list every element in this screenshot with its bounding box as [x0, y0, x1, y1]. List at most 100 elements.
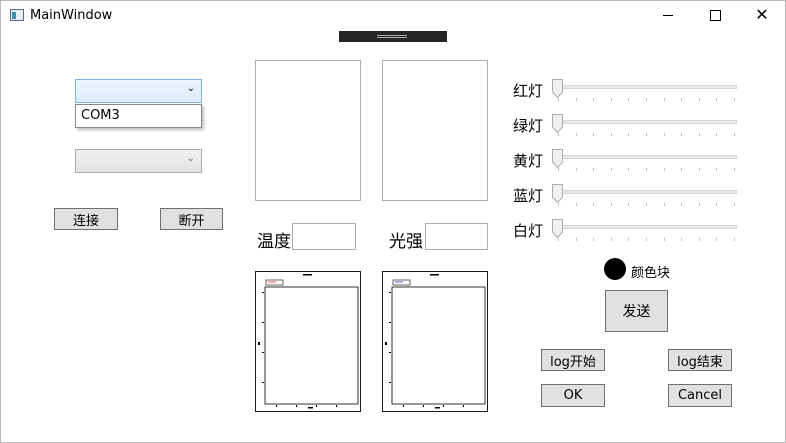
slider-tick — [628, 133, 630, 136]
baud-combo[interactable]: ⌄ — [75, 149, 202, 173]
port-option-com3[interactable]: COM3 — [81, 108, 120, 123]
x-tick — [423, 405, 424, 407]
light-chart — [382, 271, 488, 412]
slider-tick — [628, 203, 630, 206]
slider-tick — [575, 168, 577, 171]
chart-xlabel-mark — [435, 407, 440, 409]
slider-tick — [646, 168, 647, 171]
light-pane — [382, 60, 488, 201]
chart-axes — [264, 286, 359, 405]
y-tick — [262, 292, 264, 293]
light-field[interactable] — [425, 223, 488, 250]
slider-tick — [628, 238, 630, 241]
slider-thumb[interactable] — [552, 184, 563, 204]
slider-label: 白灯 — [513, 222, 544, 240]
slider-tick — [734, 98, 735, 101]
slider-tick — [610, 203, 612, 206]
slider-tick — [681, 133, 683, 136]
color-block-swatch — [604, 258, 626, 280]
slider-tick — [698, 133, 700, 136]
chart-ylabel-mark — [385, 342, 387, 345]
port-combo[interactable]: ⌄ — [75, 79, 202, 103]
maximize-button[interactable] — [692, 0, 738, 30]
color-block-label: 颜色块 — [631, 266, 671, 281]
x-tick — [336, 405, 337, 407]
light-chart-svg — [385, 274, 486, 409]
slider-tick — [646, 98, 647, 101]
slider-thumb[interactable] — [552, 114, 563, 134]
slider-tick — [663, 168, 665, 171]
slider-tick — [593, 98, 595, 101]
slider-tick — [628, 168, 630, 171]
close-icon: ✕ — [755, 5, 769, 24]
cancel-button[interactable]: Cancel — [668, 384, 732, 407]
x-tick — [463, 405, 464, 407]
slider-thumb[interactable] — [552, 79, 563, 99]
slider-tick — [575, 203, 577, 206]
port-dropdown-list[interactable]: COM3 — [75, 104, 202, 128]
chart-legend — [265, 279, 284, 286]
slider-tick — [716, 133, 718, 136]
disconnect-button[interactable]: 断开 — [160, 208, 223, 230]
slider-track[interactable] — [555, 120, 737, 124]
slider-track[interactable] — [555, 155, 737, 159]
log-end-button[interactable]: log结束 — [668, 349, 732, 371]
slider-track[interactable] — [555, 225, 737, 229]
slider-tick — [593, 203, 595, 206]
slider-tick — [663, 133, 665, 136]
slider-tick — [593, 168, 595, 171]
slider-tick — [610, 238, 612, 241]
slider-track[interactable] — [555, 85, 737, 89]
chart-xlabel-mark — [308, 407, 313, 409]
y-tick — [389, 322, 391, 323]
slider-tick — [663, 238, 665, 241]
connect-button[interactable]: 连接 — [54, 208, 118, 230]
slider-tick — [698, 238, 700, 241]
slider-tick — [628, 98, 630, 101]
slider-tick — [734, 203, 735, 206]
chart-legend — [392, 279, 411, 286]
slider-label: 蓝灯 — [513, 187, 544, 205]
slider-tick — [610, 168, 612, 171]
x-tick — [316, 405, 317, 407]
slider-track[interactable] — [555, 190, 737, 194]
window-title: MainWindow — [30, 8, 113, 23]
temperature-field[interactable] — [292, 223, 356, 250]
log-start-button[interactable]: log开始 — [541, 349, 605, 371]
slider-tick — [698, 203, 700, 206]
slider-tick — [716, 203, 718, 206]
x-tick — [403, 405, 404, 407]
slider-tick — [575, 133, 577, 136]
slider-tick — [646, 238, 647, 241]
minimize-button[interactable] — [645, 0, 691, 30]
slider-tick — [663, 203, 665, 206]
slider-tick — [734, 133, 735, 136]
maximize-icon — [709, 9, 721, 21]
temperature-chart — [255, 271, 361, 412]
temperature-label: 温度 — [257, 232, 291, 252]
slider-tick — [681, 238, 683, 241]
debug-toolbar[interactable] — [339, 31, 447, 42]
slider-tick — [558, 203, 559, 206]
slider-tick — [734, 168, 735, 171]
y-tick — [389, 292, 391, 293]
y-tick — [262, 382, 264, 383]
minimize-icon — [663, 14, 673, 16]
slider-tick — [681, 168, 683, 171]
slider-thumb[interactable] — [552, 149, 563, 169]
slider-thumb[interactable] — [552, 219, 563, 239]
chevron-down-icon: ⌄ — [186, 83, 195, 94]
ok-button[interactable]: OK — [541, 384, 605, 407]
light-label: 光强 — [389, 232, 423, 252]
slider-tick — [646, 133, 647, 136]
slider-tick — [558, 238, 559, 241]
slider-tick — [681, 98, 683, 101]
send-button[interactable]: 发送 — [605, 290, 668, 332]
slider-tick — [558, 168, 559, 171]
slider-tick — [646, 203, 647, 206]
x-tick — [296, 405, 297, 407]
close-button[interactable]: ✕ — [739, 0, 785, 30]
chart-axes — [391, 286, 486, 405]
slider-label: 红灯 — [513, 82, 544, 100]
x-tick — [443, 405, 444, 407]
